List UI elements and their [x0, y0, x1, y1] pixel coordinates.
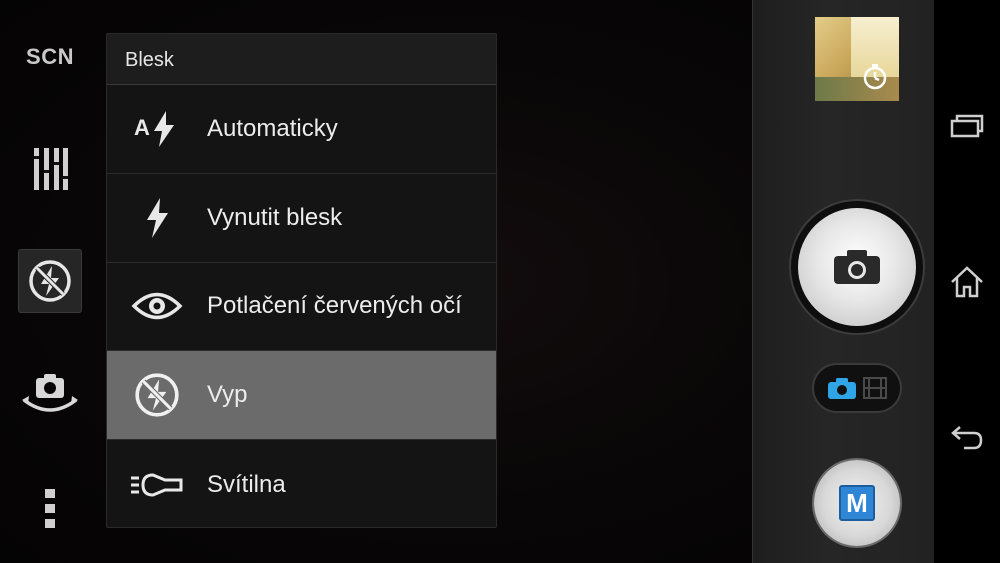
more-icon — [45, 489, 55, 528]
menu-title: Blesk — [107, 34, 496, 85]
system-nav-bar — [934, 0, 1000, 563]
self-timer-icon — [863, 64, 887, 90]
flash-auto-icon: A — [134, 110, 174, 147]
flash-button[interactable] — [18, 249, 82, 313]
svg-text:A: A — [134, 115, 150, 140]
menu-item-red-eye[interactable]: Potlačení červených očí — [107, 263, 496, 352]
photo-video-toggle[interactable] — [814, 365, 900, 411]
scene-label: SCN — [26, 44, 74, 69]
menu-item-auto[interactable]: A Automaticky — [107, 85, 496, 174]
film-icon — [863, 377, 887, 399]
recent-apps-button[interactable] — [947, 106, 987, 146]
scene-button[interactable]: SCN — [18, 25, 82, 89]
home-icon — [951, 266, 983, 298]
manual-mode-button[interactable]: M — [814, 460, 900, 546]
menu-item-torch[interactable]: Svítilna — [107, 440, 496, 529]
manual-mode-label: M — [839, 485, 875, 521]
settings-button[interactable] — [18, 137, 82, 201]
flash-menu: Blesk A Automaticky Vynutit blesk Potlač… — [106, 33, 497, 528]
more-button[interactable] — [18, 476, 82, 540]
back-button[interactable] — [947, 418, 987, 458]
home-button[interactable] — [947, 262, 987, 302]
switch-camera-icon — [22, 374, 78, 412]
flash-off-icon — [135, 373, 179, 417]
flash-off-icon — [29, 260, 71, 302]
red-eye-icon — [131, 293, 183, 320]
torch-icon — [131, 473, 183, 497]
menu-item-off[interactable]: Vyp — [107, 351, 496, 441]
menu-item-label: Svítilna — [207, 470, 286, 498]
flash-on-icon — [147, 197, 168, 238]
camera-control-panel: M — [752, 0, 935, 563]
menu-item-force-flash[interactable]: Vynutit blesk — [107, 174, 496, 263]
settings-sliders-icon — [34, 148, 68, 190]
menu-item-label: Vynutit blesk — [207, 203, 343, 231]
menu-item-label: Automaticky — [207, 114, 338, 142]
menu-item-label: Vyp — [207, 381, 248, 409]
left-toolbar: SCN — [0, 0, 100, 563]
shutter-button[interactable] — [791, 201, 923, 333]
last-photo-thumbnail[interactable] — [815, 17, 899, 101]
switch-camera-button[interactable] — [18, 363, 82, 427]
recent-apps-icon — [950, 114, 984, 138]
camera-icon — [834, 250, 880, 284]
camera-icon — [828, 378, 856, 399]
menu-item-label: Potlačení červených očí — [207, 292, 462, 320]
back-icon — [951, 426, 983, 450]
